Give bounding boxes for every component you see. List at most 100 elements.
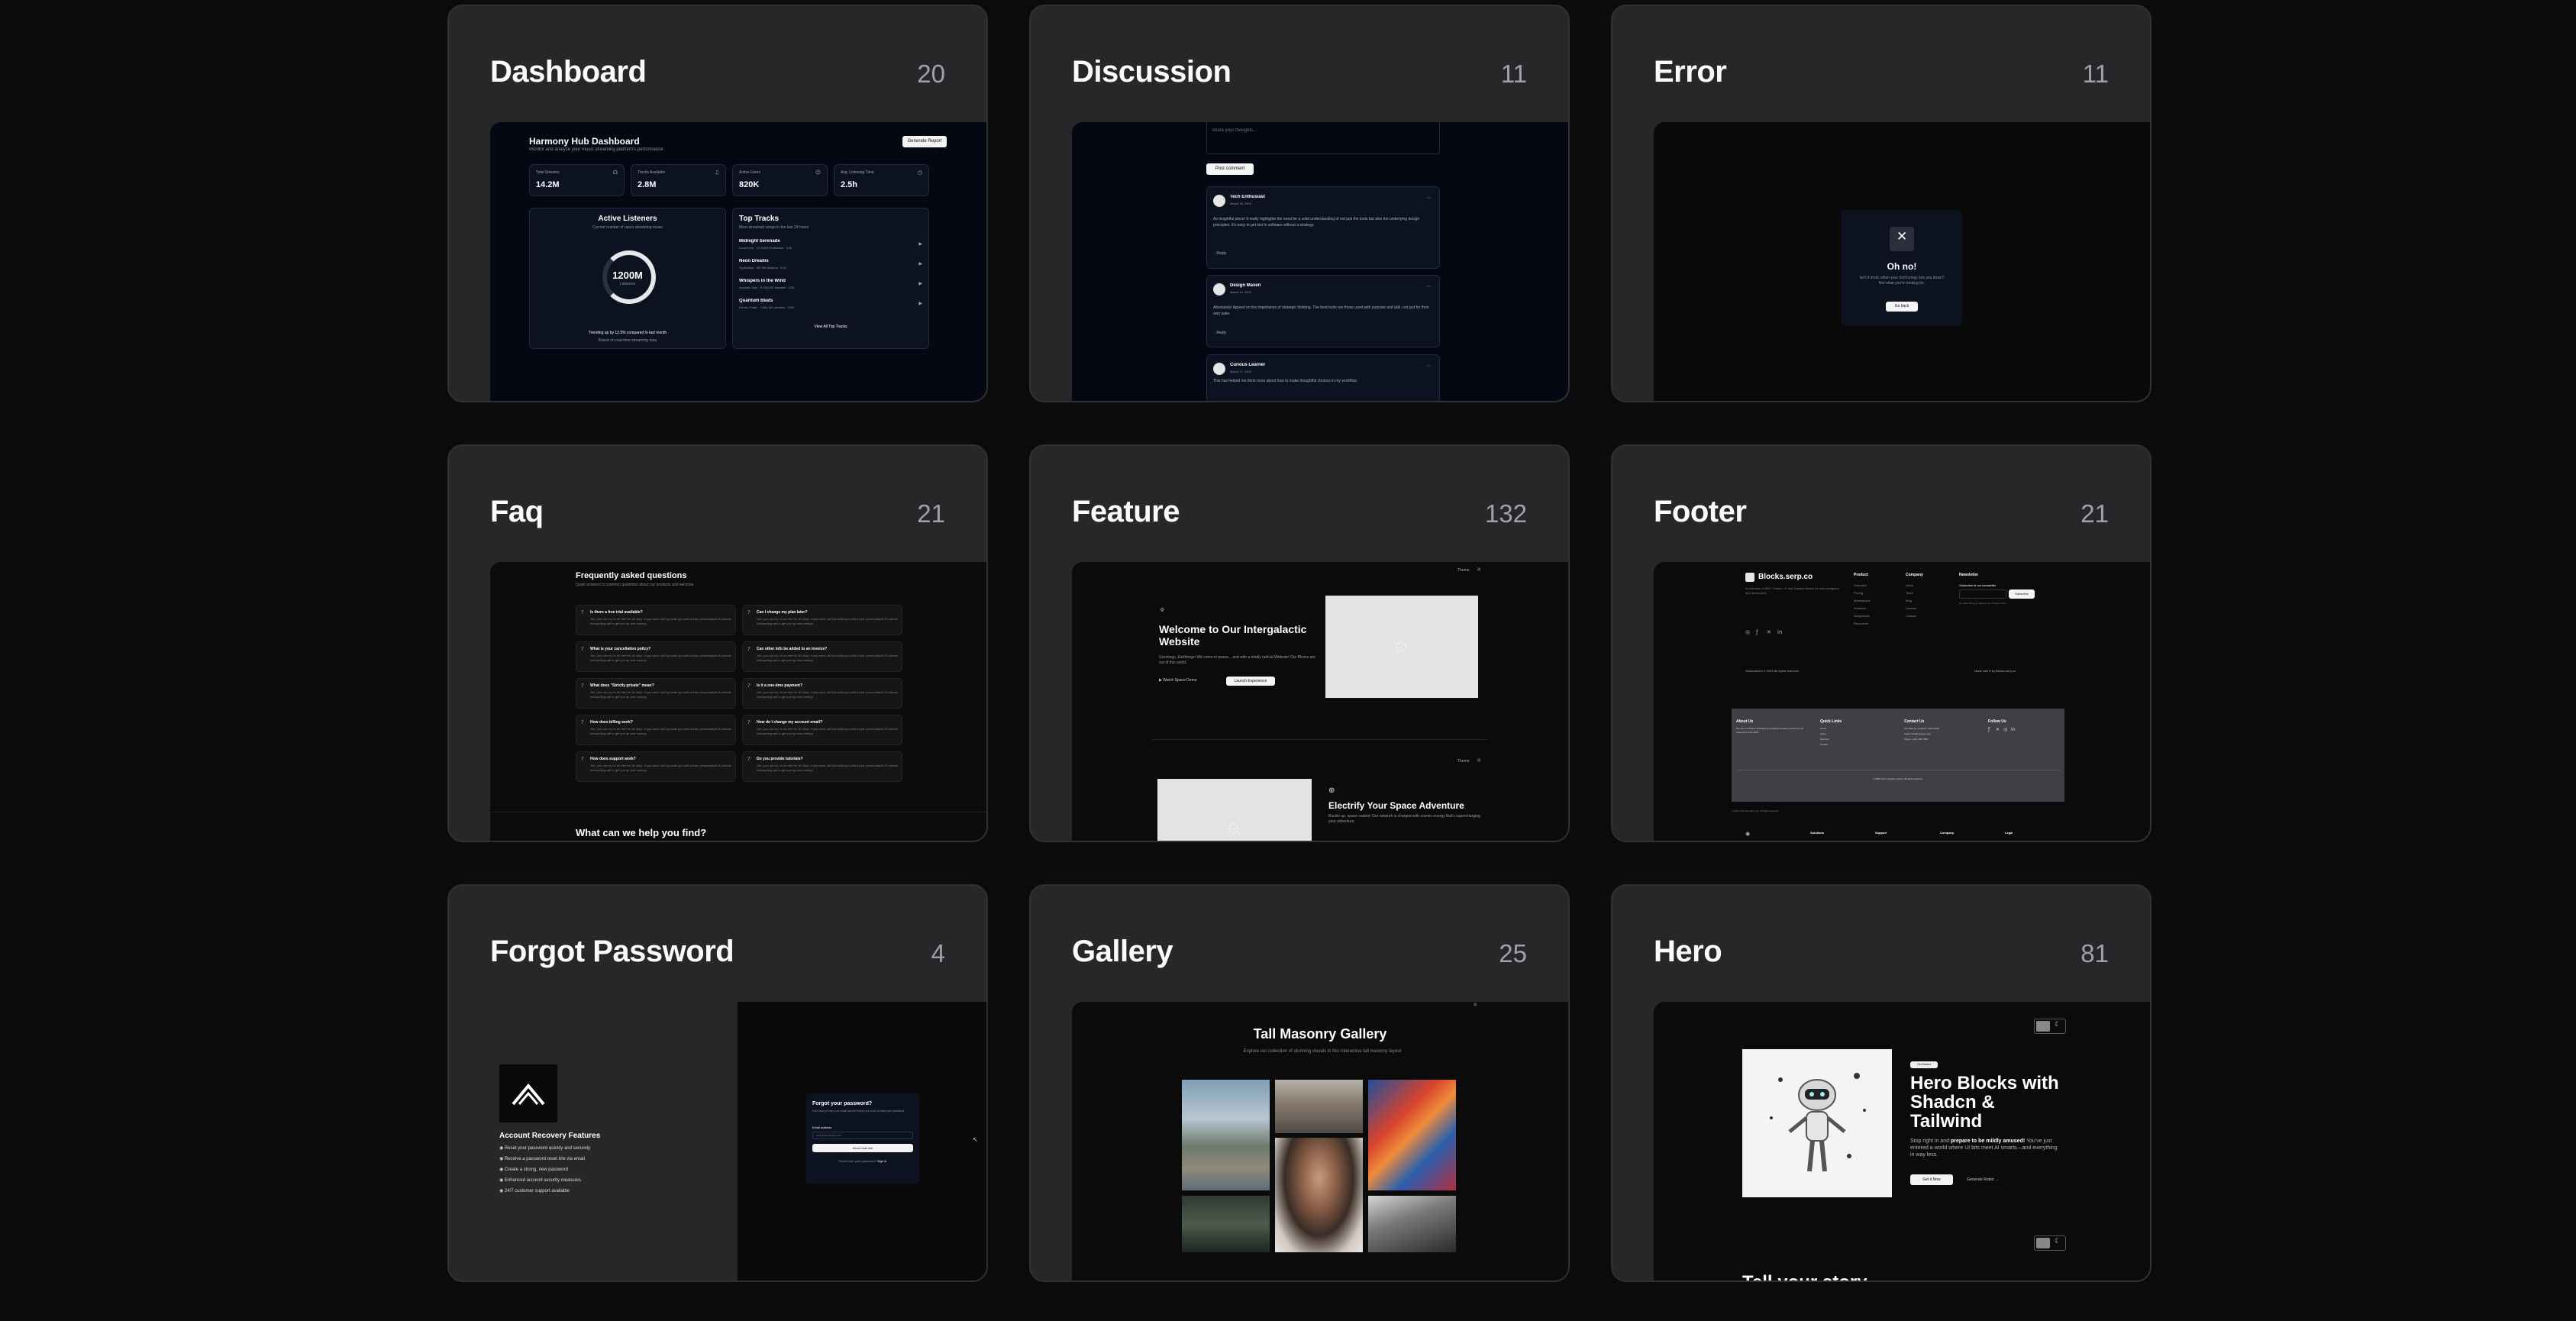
recovery-feature: ◉ Create a strong, new password bbox=[499, 1168, 568, 1172]
footer-link[interactable]: Contact bbox=[1820, 743, 1828, 746]
card-title: Hero bbox=[1654, 935, 1722, 968]
reply-button[interactable]: ◌ Reply bbox=[1213, 331, 1226, 335]
footer-link[interactable]: Services bbox=[1820, 738, 1829, 741]
footer-link[interactable]: Contact bbox=[1906, 614, 1916, 618]
more-icon[interactable]: ⋯ bbox=[1426, 283, 1432, 289]
signin-link[interactable]: Sign in bbox=[877, 1159, 886, 1163]
hero-next-title: Tell your story bbox=[1742, 1272, 1867, 1281]
footer-link[interactable]: Overview bbox=[1854, 583, 1867, 587]
footer-link[interactable]: Careers bbox=[1906, 606, 1916, 610]
gallery-image-portrait[interactable] bbox=[1275, 1138, 1363, 1252]
footer-link[interactable]: Marketplace bbox=[1854, 599, 1871, 602]
facebook-icon[interactable]: ƒ bbox=[1756, 629, 1758, 635]
reply-button[interactable]: ◌ Reply bbox=[1213, 251, 1226, 256]
get-it-now-button[interactable]: Get it Now bbox=[1910, 1174, 1953, 1185]
footer-link[interactable]: About bbox=[1906, 583, 1913, 587]
card-footer[interactable]: Footer 21 Blocks.serp.co A collection of… bbox=[1611, 444, 2152, 842]
card-discussion[interactable]: Discussion 11 Share your thoughts... Pos… bbox=[1029, 5, 1570, 402]
subscribe-button[interactable]: Subscribe bbox=[2009, 589, 2035, 599]
faq-item[interactable]: ? What does "Strictly private" mean? Yes… bbox=[576, 678, 736, 709]
email-field[interactable]: name@example.com bbox=[812, 1132, 913, 1139]
brand-name[interactable]: Blocks.serp.co bbox=[1758, 573, 1813, 581]
more-icon[interactable]: ⋯ bbox=[1426, 363, 1432, 369]
facebook-icon[interactable]: ƒ bbox=[1988, 727, 1990, 732]
listeners-unit: Listeners bbox=[619, 282, 636, 286]
post-comment-button[interactable]: Post comment bbox=[1206, 163, 1254, 175]
footer-link[interactable]: Integrations bbox=[1854, 614, 1870, 618]
reply-label: Reply bbox=[1216, 331, 1227, 335]
faq-item[interactable]: ? Can other info be added to an invoice?… bbox=[742, 641, 902, 672]
comment-date: March 17, 2024 bbox=[1230, 370, 1251, 373]
theme-toggle[interactable]: Theme bbox=[1457, 568, 1470, 573]
footer-link[interactable]: Pricing bbox=[1854, 591, 1863, 595]
faq-item[interactable]: ? Is there a free trial available? Yes, … bbox=[576, 605, 736, 635]
linkedin-icon[interactable]: in bbox=[1777, 629, 1782, 635]
gallery-image-architecture[interactable] bbox=[1368, 1196, 1456, 1252]
comment-input[interactable]: Share your thoughts... bbox=[1206, 122, 1440, 154]
card-error[interactable]: Error 11 ✕ Oh no! Isn't it ironic when y… bbox=[1611, 5, 2152, 402]
play-icon[interactable]: ▶ bbox=[918, 281, 922, 286]
card-title: Feature bbox=[1072, 495, 1180, 528]
gallery-image-abstract[interactable] bbox=[1368, 1080, 1456, 1190]
send-reset-link-button[interactable]: Send reset link bbox=[812, 1144, 913, 1152]
card-dashboard[interactable]: Dashboard 20 Harmony Hub Dashboard Monit… bbox=[447, 5, 988, 402]
faq-answer: Yes, you can try us for free for 30 days… bbox=[757, 727, 898, 735]
gallery-image-nature[interactable] bbox=[1182, 1196, 1270, 1252]
generate-robot-button[interactable]: Generate Robot → bbox=[1967, 1177, 1999, 1182]
faq-item[interactable]: ? How does billing work? Yes, you can tr… bbox=[576, 715, 736, 745]
card-forgot-password[interactable]: Forgot Password 4 Account Recovery Featu… bbox=[447, 884, 988, 1282]
theme-toggle[interactable]: ☾ bbox=[2034, 1019, 2066, 1034]
instagram-icon[interactable]: ◎ bbox=[1745, 629, 1750, 635]
generate-robot-label: Generate Robot bbox=[1967, 1177, 1994, 1182]
zap-icon: ⊕ bbox=[1328, 786, 1335, 795]
card-title: Faq bbox=[490, 495, 544, 528]
faq-item[interactable]: ? How does support work? Yes, you can tr… bbox=[576, 751, 736, 782]
twitter-icon[interactable]: ✕ bbox=[1767, 629, 1771, 635]
faq-question: How does billing work? bbox=[590, 720, 633, 725]
sun-icon[interactable]: ☼ bbox=[1477, 567, 1481, 573]
gallery-image-mountain[interactable] bbox=[1182, 1080, 1270, 1190]
faq-item[interactable]: ? Can I change my plan later? Yes, you c… bbox=[742, 605, 902, 635]
faq-question: How does support work? bbox=[590, 757, 636, 761]
headphones-icon: ☊ bbox=[612, 170, 618, 176]
footer-link[interactable]: Home bbox=[1820, 727, 1826, 730]
view-all-tracks-link[interactable]: View All Top Tracks bbox=[733, 325, 928, 329]
sun-icon[interactable]: ☼ bbox=[1477, 757, 1481, 764]
card-gallery[interactable]: Gallery 25 ☼ Tall Masonry Gallery Explor… bbox=[1029, 884, 1570, 1282]
more-icon[interactable]: ⋯ bbox=[1426, 195, 1432, 201]
launch-experience-button[interactable]: Launch Experience bbox=[1226, 677, 1275, 686]
card-hero[interactable]: Hero 81 ☾ Get Started Hero Blocks with S… bbox=[1611, 884, 2152, 1282]
linkedin-icon[interactable]: in bbox=[2011, 727, 2015, 732]
go-back-button[interactable]: Go back bbox=[1886, 302, 1918, 312]
generate-report-button[interactable]: Generate Report bbox=[902, 136, 947, 147]
play-icon[interactable]: ▶ bbox=[918, 241, 922, 247]
play-icon[interactable]: ▶ bbox=[918, 301, 922, 306]
faq-subtitle: Quick answers to common questions about … bbox=[576, 583, 695, 587]
sun-icon[interactable]: ☼ bbox=[1473, 1002, 1477, 1008]
footer-link[interactable]: Resources bbox=[1854, 622, 1868, 625]
watch-demo-button[interactable]: ▶ Watch Space Demo bbox=[1159, 678, 1197, 683]
footer-link[interactable]: Team bbox=[1906, 591, 1913, 595]
faq-answer: Yes, you can try us for free for 30 days… bbox=[757, 690, 898, 699]
twitter-icon[interactable]: ✕ bbox=[1996, 727, 2000, 732]
toggle-light bbox=[2036, 1238, 2050, 1248]
faq-item[interactable]: ? How do I change my account email? Yes,… bbox=[742, 715, 902, 745]
footer-link[interactable]: Features bbox=[1854, 606, 1866, 610]
faq-item[interactable]: ? Is it a one-time payment? Yes, you can… bbox=[742, 678, 902, 709]
error-icon-box: ✕ bbox=[1890, 227, 1914, 251]
stat-card: Tracks Available 2.8M ♫ bbox=[631, 164, 726, 196]
card-faq[interactable]: Faq 21 Frequently asked questions Quick … bbox=[447, 444, 988, 842]
play-icon[interactable]: ▶ bbox=[918, 261, 922, 266]
footer-link[interactable]: Blog bbox=[1906, 599, 1912, 602]
card-feature[interactable]: Feature 132 Theme ☼ ✧ Welcome to Our Int… bbox=[1029, 444, 1570, 842]
faq-item[interactable]: ? What is your cancellation policy? Yes,… bbox=[576, 641, 736, 672]
instagram-icon[interactable]: ◎ bbox=[2003, 727, 2007, 732]
gallery-image-city[interactable] bbox=[1275, 1080, 1363, 1133]
faq-item[interactable]: ? Do you provide tutorials? Yes, you can… bbox=[742, 751, 902, 782]
theme-toggle[interactable]: ☾ bbox=[2034, 1235, 2066, 1251]
theme-toggle[interactable]: Theme bbox=[1457, 759, 1470, 764]
stat-card: Total Streams 14.2M ☊ bbox=[529, 164, 625, 196]
footer-link[interactable]: About bbox=[1820, 732, 1826, 735]
newsletter-email-input[interactable] bbox=[1959, 589, 2006, 599]
trend-subtext: Based on real-time streaming data bbox=[598, 338, 657, 343]
